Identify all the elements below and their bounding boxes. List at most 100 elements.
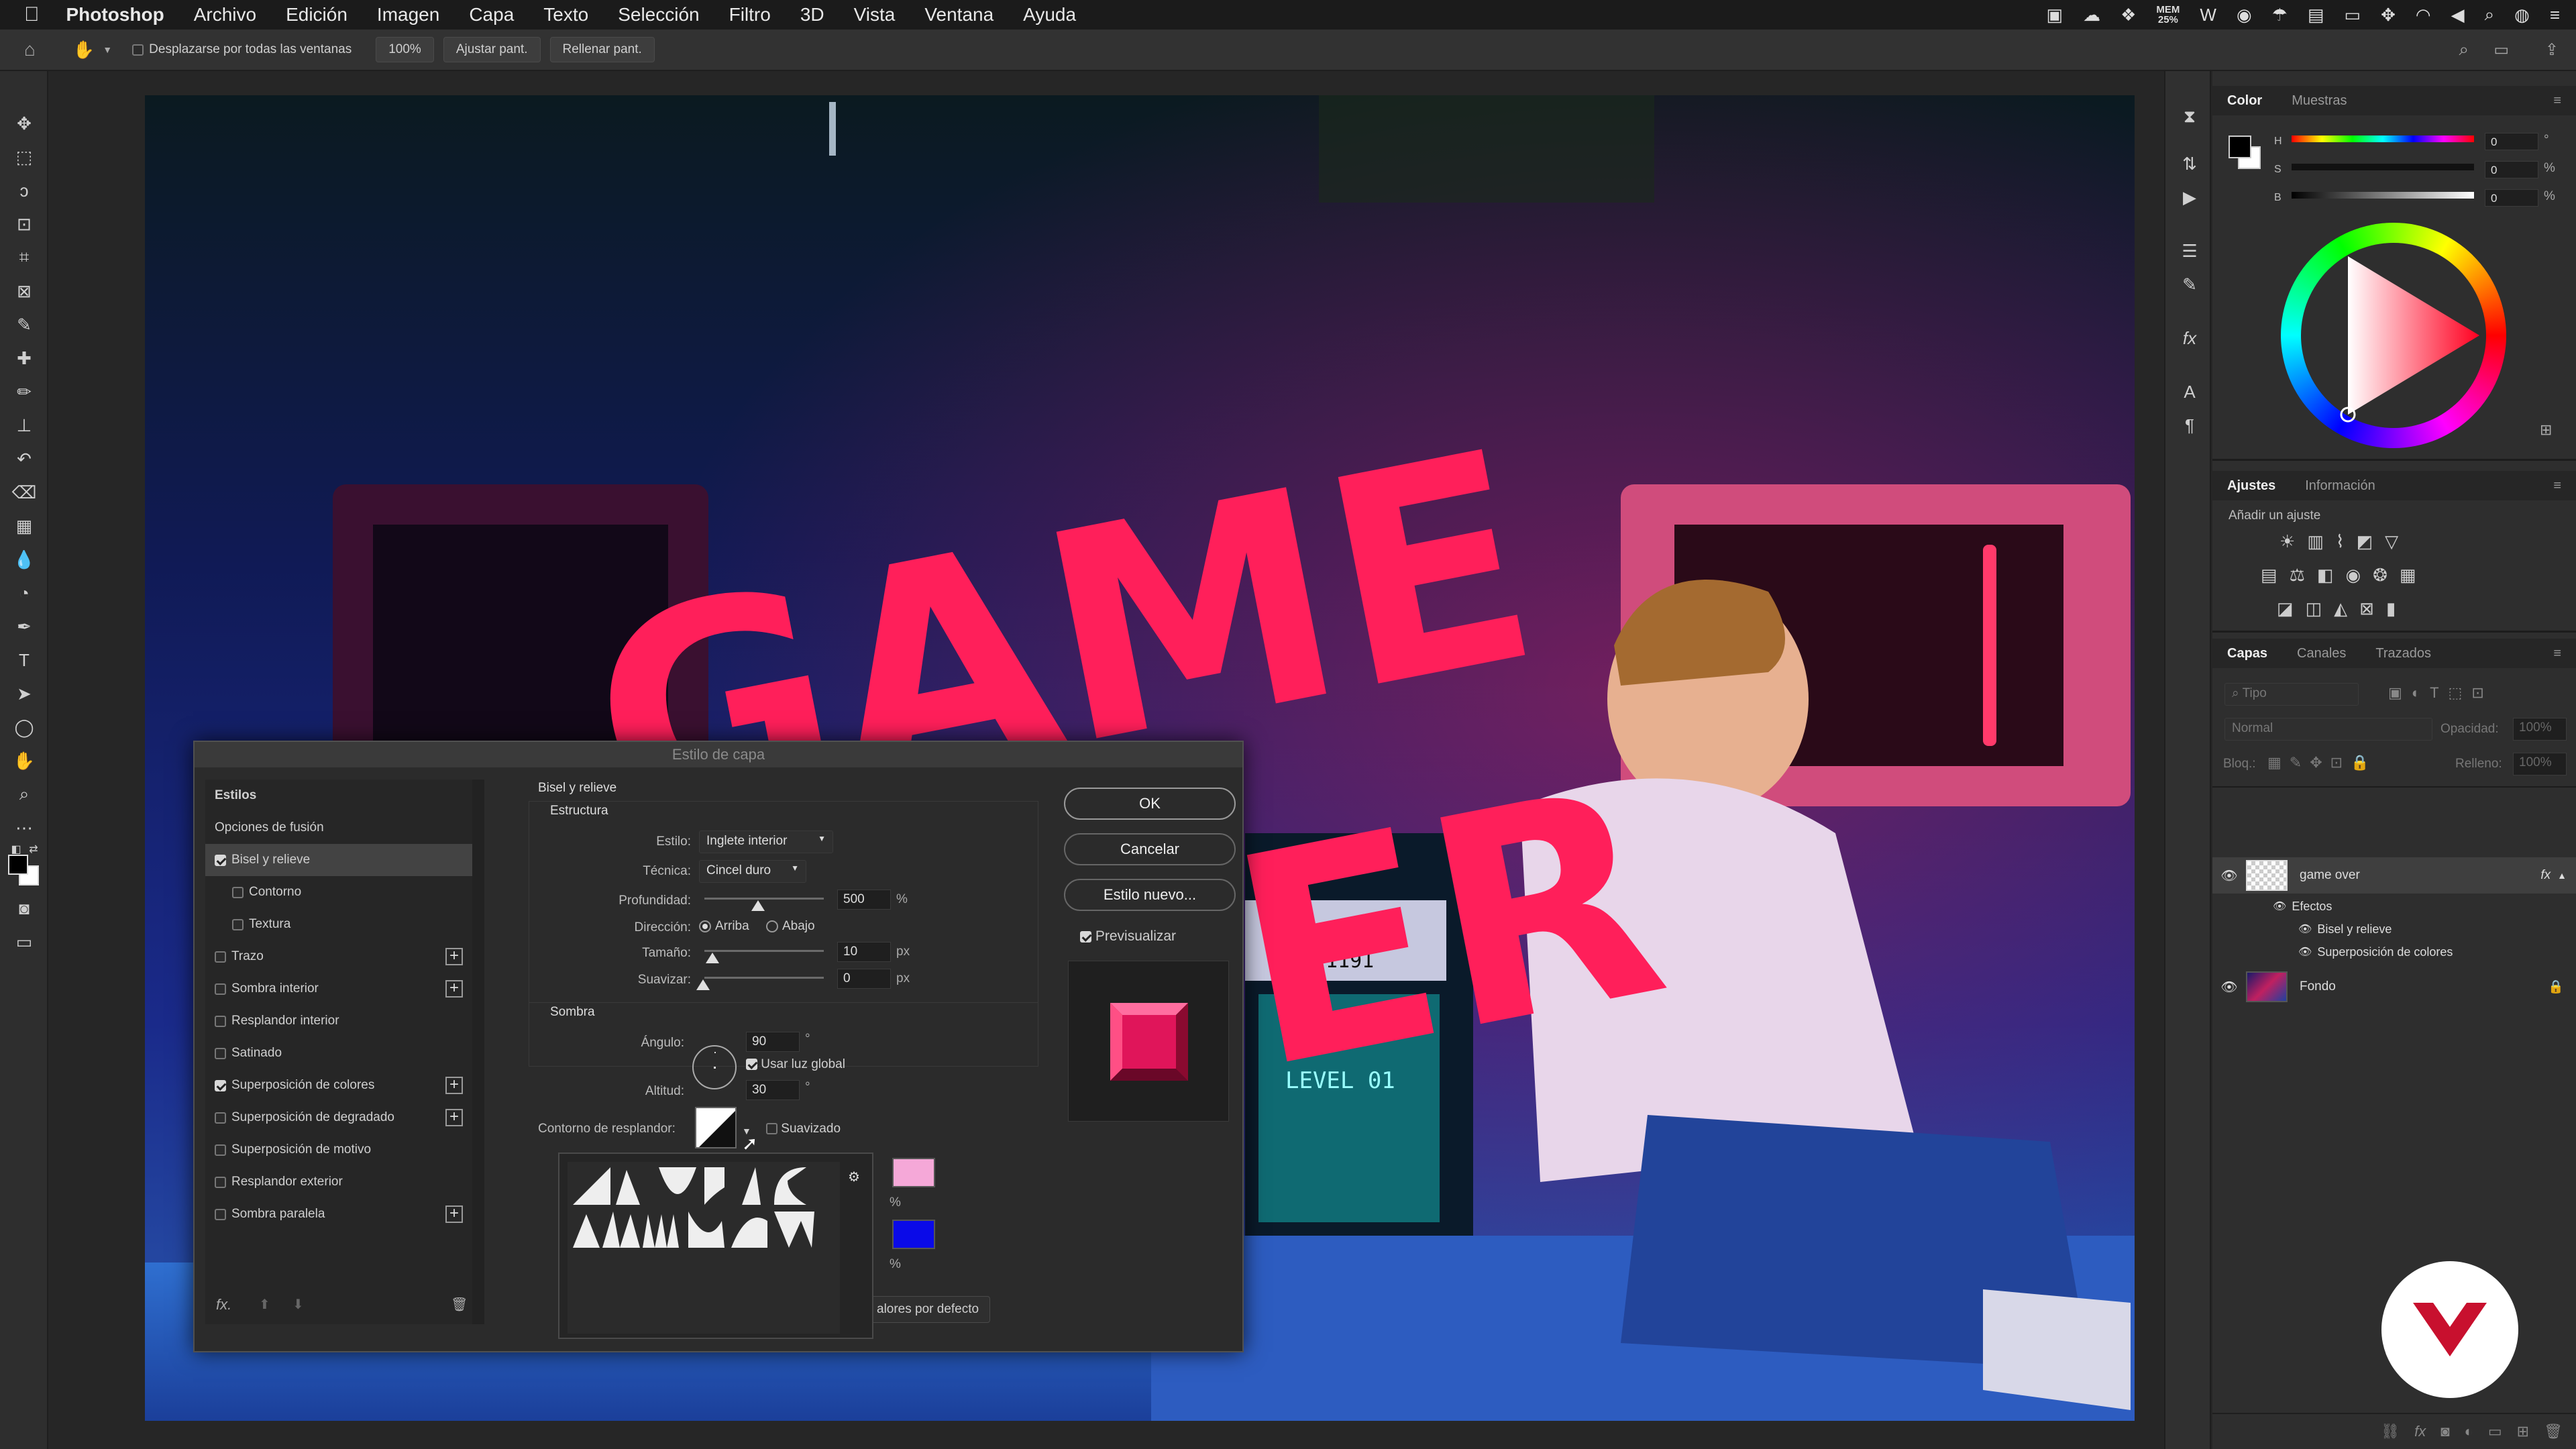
character-panel-icon[interactable]: A bbox=[2178, 380, 2202, 404]
filter-smart-icon[interactable]: ⊡ bbox=[2471, 684, 2493, 701]
screen-mode-icon[interactable]: ▭ bbox=[12, 930, 36, 954]
style-item-checkbox[interactable] bbox=[215, 1047, 226, 1059]
fondo-layer-name[interactable]: Fondo bbox=[2300, 979, 2336, 994]
delete-layer-icon[interactable]: 🗑 bbox=[2544, 1423, 2563, 1440]
eraser-tool-icon[interactable]: ⌫ bbox=[12, 480, 37, 504]
fondo-lock-icon[interactable]: 🔒 bbox=[2548, 979, 2564, 995]
layer-fx-icon[interactable]: fx bbox=[2540, 868, 2551, 883]
global-light-checkbox[interactable] bbox=[746, 1059, 757, 1071]
panel-menu-icon[interactable]: ≡ bbox=[2538, 93, 2576, 109]
global-light-toggle[interactable]: Usar luz global bbox=[746, 1057, 845, 1072]
posterize-adjust-icon[interactable]: ◫ bbox=[2306, 598, 2334, 619]
wacom-icon[interactable]: W bbox=[2200, 5, 2216, 25]
bw-adjust-icon[interactable]: ◧ bbox=[2317, 565, 2346, 585]
blur-tool-icon[interactable]: 💧 bbox=[12, 547, 36, 572]
layers-panel-menu-icon[interactable]: ≡ bbox=[2538, 646, 2576, 661]
type-tool-icon[interactable]: T bbox=[12, 648, 36, 672]
invert-adjust-icon[interactable]: ◪ bbox=[2277, 598, 2306, 619]
ellipse-tool-icon[interactable]: ◯ bbox=[12, 715, 36, 739]
layer-row-game-over-content[interactable]: 👁 game over fx ▲ bbox=[2212, 857, 2576, 894]
style-item[interactable]: Sombra paralela + bbox=[205, 1198, 472, 1230]
menu-capa[interactable]: Capa bbox=[469, 4, 514, 25]
foreground-color-swatch[interactable] bbox=[8, 855, 28, 875]
menu-archivo[interactable]: Archivo bbox=[194, 4, 256, 25]
style-item-checkbox[interactable] bbox=[232, 918, 244, 930]
menu-imagen[interactable]: Imagen bbox=[377, 4, 439, 25]
add-style-fx-icon[interactable]: fx bbox=[2414, 1423, 2426, 1440]
search-icon[interactable]: ⌕ bbox=[2459, 39, 2469, 60]
move-up-icon[interactable]: ⬆ bbox=[259, 1296, 270, 1313]
style-item[interactable]: Resplandor interior bbox=[205, 1005, 472, 1037]
add-effect-instance-icon[interactable]: + bbox=[445, 948, 463, 965]
hue-slider[interactable] bbox=[2292, 136, 2474, 142]
style-item[interactable]: Superposición de colores + bbox=[205, 1069, 472, 1102]
move-down-icon[interactable]: ⬇ bbox=[292, 1296, 304, 1313]
effect-row-bevel[interactable]: 👁 Bisel y relieve bbox=[2212, 918, 2576, 941]
channel-mixer-adjust-icon[interactable]: ❂ bbox=[2373, 565, 2400, 585]
effects-collapse-chevron-icon[interactable]: ▲ bbox=[2557, 870, 2567, 881]
altitude-field[interactable]: 30 bbox=[746, 1080, 800, 1100]
direction-down-radio[interactable]: Abajo bbox=[766, 919, 815, 934]
hand-tool-active-icon[interactable]: ✋ bbox=[12, 749, 36, 773]
tab-channels[interactable]: Canales bbox=[2282, 646, 2361, 661]
menu-seleccion[interactable]: Selección bbox=[618, 4, 699, 25]
radio-up[interactable] bbox=[699, 920, 711, 932]
brightness-value-field[interactable]: 0 bbox=[2485, 189, 2538, 207]
levels-adjust-icon[interactable]: ▥ bbox=[2307, 531, 2336, 551]
fill-field[interactable]: 100% bbox=[2513, 753, 2567, 775]
brush-settings-icon[interactable]: ✎ bbox=[2178, 272, 2202, 297]
tab-swatches[interactable]: Muestras bbox=[2277, 93, 2361, 109]
zoom-100-button[interactable]: 100% bbox=[376, 37, 434, 62]
layer-filter-select[interactable]: ⌕ Tipo bbox=[2224, 683, 2359, 706]
path-selection-tool-icon[interactable]: ➤ bbox=[12, 682, 36, 706]
actions-panel-icon[interactable]: ▶ bbox=[2178, 185, 2202, 209]
brightness-slider[interactable] bbox=[2292, 192, 2474, 199]
share-icon[interactable]: ⇪ bbox=[2545, 40, 2559, 60]
gradient-tool-icon[interactable]: ▦ bbox=[12, 514, 36, 538]
curves-adjust-icon[interactable]: ⌇ bbox=[2336, 531, 2357, 551]
style-item-checkbox[interactable] bbox=[215, 854, 226, 866]
control-center-icon[interactable]: ≡ bbox=[2550, 5, 2560, 25]
style-item-checkbox[interactable] bbox=[215, 1208, 226, 1220]
blend-mode-select[interactable]: Normal bbox=[2224, 718, 2432, 741]
brush-tool-icon[interactable]: ✏ bbox=[12, 380, 36, 404]
depth-field[interactable]: 500 bbox=[837, 890, 891, 910]
fondo-visibility-eye-icon[interactable]: 👁 bbox=[2212, 979, 2246, 996]
brightness-adjust-icon[interactable]: ☀ bbox=[2279, 531, 2307, 551]
color-lookup-adjust-icon[interactable]: ▦ bbox=[2400, 565, 2428, 585]
exposure-adjust-icon[interactable]: ◩ bbox=[2357, 531, 2385, 551]
frame-tool-icon[interactable]: ⊠ bbox=[12, 279, 36, 303]
spotlight-search-icon[interactable]: ⌕ bbox=[2485, 4, 2495, 25]
menu-ventana[interactable]: Ventana bbox=[924, 4, 994, 25]
add-effect-instance-icon[interactable]: + bbox=[445, 980, 463, 998]
preview-toggle[interactable]: Previsualizar bbox=[1080, 928, 1176, 945]
layer-name[interactable]: game over bbox=[2300, 868, 2360, 883]
properties-panel-icon[interactable]: ☰ bbox=[2178, 239, 2202, 263]
volume-icon[interactable]: ◀ bbox=[2451, 5, 2465, 25]
lasso-tool-icon[interactable]: ↄ bbox=[12, 178, 36, 203]
history-panel-icon[interactable]: ⧗ bbox=[2178, 105, 2202, 129]
blend-options-item[interactable]: Opciones de fusión bbox=[205, 812, 472, 844]
soften-field[interactable]: 0 bbox=[837, 969, 891, 989]
angle-dial[interactable] bbox=[692, 1045, 737, 1089]
cancel-button[interactable]: Cancelar bbox=[1064, 833, 1236, 865]
vibrance-adjust-icon[interactable]: ▽ bbox=[2385, 531, 2410, 551]
saturation-value-field[interactable]: 0 bbox=[2485, 161, 2538, 178]
size-slider-track[interactable] bbox=[704, 950, 824, 952]
style-item[interactable]: Textura bbox=[205, 908, 472, 941]
angle-field[interactable]: 90 bbox=[746, 1032, 800, 1052]
radio-down[interactable] bbox=[766, 920, 778, 932]
styles-panel-icon[interactable]: fx bbox=[2178, 326, 2202, 350]
depth-slider-thumb[interactable] bbox=[751, 900, 765, 911]
tab-info[interactable]: Información bbox=[2290, 478, 2390, 494]
style-item[interactable]: Superposición de motivo bbox=[205, 1134, 472, 1166]
filter-type-icon[interactable]: T bbox=[2430, 684, 2448, 701]
style-item[interactable]: Satinado bbox=[205, 1037, 472, 1069]
tool-preset-chevron-down-icon[interactable]: ▼ bbox=[103, 44, 112, 55]
style-item-checkbox[interactable] bbox=[215, 1176, 226, 1188]
marquee-tool-icon[interactable]: ⬚ bbox=[12, 145, 36, 169]
gamepad-icon[interactable]: ✥ bbox=[2381, 5, 2396, 25]
styles-header[interactable]: Estilos bbox=[205, 780, 472, 812]
eyedropper-tool-icon[interactable]: ✎ bbox=[12, 313, 36, 337]
umbrella-icon[interactable]: ☂ bbox=[2272, 5, 2288, 25]
